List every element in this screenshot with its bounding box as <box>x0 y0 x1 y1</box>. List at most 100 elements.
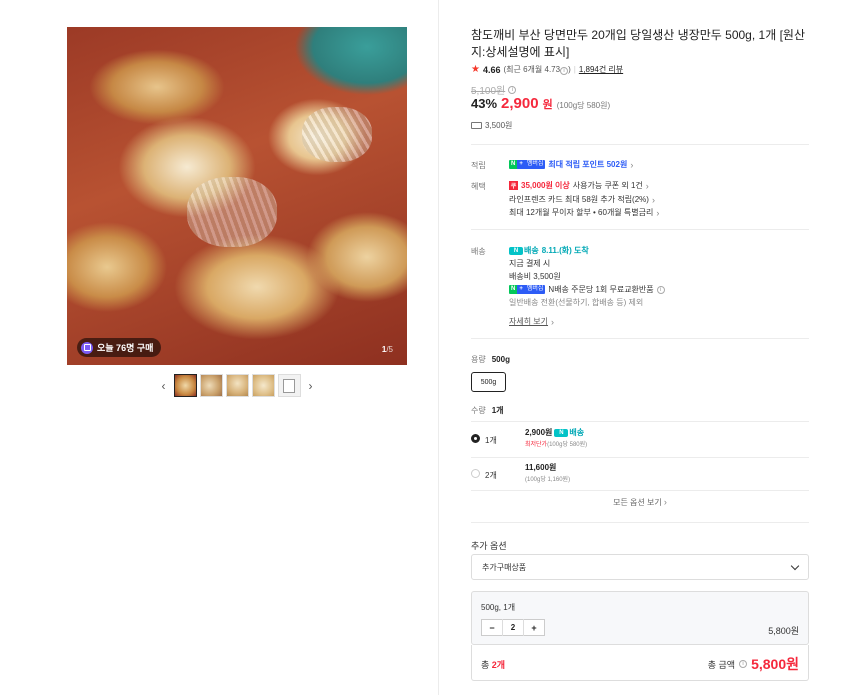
info-icon[interactable]: i <box>739 660 748 668</box>
quantity-option-price-2: 11,600원 <box>525 463 557 472</box>
quantity-option-sub-2: (100g당 1,160원) <box>525 477 571 483</box>
chevron-right-icon: › <box>656 207 660 218</box>
thumbnail-1[interactable] <box>173 374 197 397</box>
quantity-stepper: − 2 + <box>481 619 545 636</box>
divider <box>471 457 809 458</box>
npay-membership-badge: N + 멤버십 <box>509 160 546 169</box>
delivery-fee-text: 배송비 3,500원 <box>509 272 561 281</box>
radio-unselected-icon[interactable] <box>471 469 480 478</box>
rating-score: 4.66 <box>482 64 501 75</box>
delivery-exclusion-text: 일반배송 전환(선물하기, 합배송 등) 제외 <box>509 298 644 307</box>
delivery-detail-link[interactable]: 자세히 보기 › <box>509 316 554 327</box>
npay-plus: + <box>517 160 525 169</box>
chevron-right-icon: › <box>630 159 634 170</box>
all-options-text: 모든 옵션 보기 <box>613 498 662 507</box>
total-prefix: 총 <box>481 660 490 670</box>
discount-rate: 43% <box>471 96 498 111</box>
capacity-selected: 500g <box>491 355 510 364</box>
minus-button[interactable]: − <box>482 623 502 633</box>
divider <box>471 522 809 523</box>
info-icon[interactable]: i <box>560 67 569 75</box>
quantity-option-label: 수량 1개 <box>471 405 504 416</box>
quantity-option-label-2: 2개 <box>485 471 497 480</box>
column-divider <box>438 0 439 695</box>
rating-recent-text: (최근 6개월 4.73 <box>503 65 561 74</box>
star-icon: ★ <box>471 64 480 75</box>
main-product-image[interactable]: 오늘 76명 구매 1/5 <box>67 27 407 365</box>
quantity-selected: 1개 <box>491 406 504 415</box>
npay-plus: + <box>517 285 525 294</box>
coupon-icon: 쿠 <box>509 181 518 190</box>
npay-member: 멤버십 <box>524 160 546 169</box>
npay-n: N <box>509 285 518 294</box>
dumpling-filling-graphic <box>187 177 277 247</box>
coupon-row[interactable]: 쿠 35,000원 이상 사용가능 쿠폰 외 1건 › <box>509 180 649 191</box>
info-icon[interactable]: i <box>508 85 517 94</box>
selected-option-summary: 500g, 1개 − 2 + 5,800원 <box>471 591 809 645</box>
free-return-row: N + 멤버십 N배송 주문당 1회 무료교환반품 i <box>509 284 665 295</box>
sale-price: 2,900 <box>501 95 539 112</box>
info-icon[interactable]: i <box>656 285 665 294</box>
npay-n: N <box>509 160 518 169</box>
npay-member: 멤버십 <box>524 285 546 294</box>
card-benefit-row[interactable]: 라인프렌즈 카드 최대 58원 추가 적립(2%) › <box>509 194 655 205</box>
coupon-amount: 35,000원 이상 <box>521 181 570 190</box>
separator: | <box>573 65 576 74</box>
unit-price: (100g당 580원) <box>556 101 611 110</box>
installment-row[interactable]: 최대 12개월 무이자 할부 • 60개월 특별금리 › <box>509 207 659 218</box>
n-delivery-label: 배송 <box>524 246 539 255</box>
total-row: 총 2개 총 금액 i 5,800원 <box>471 645 809 681</box>
extra-option-label: 추가 옵션 <box>471 541 507 551</box>
quantity-option-2[interactable]: 2개 11,600원 (100g당 1,160원) <box>471 459 809 493</box>
plus-button[interactable]: + <box>524 623 544 633</box>
extra-option-value: 추가구매상품 <box>482 562 527 572</box>
shipping-fee-row: 3,500원 <box>471 120 512 131</box>
quantity-value[interactable]: 2 <box>502 619 524 636</box>
chevron-right-icon: › <box>551 316 555 327</box>
points-row[interactable]: N + 멤버십 최대 적립 포인트 502원 › <box>509 159 633 170</box>
dumpling-filling-graphic <box>302 107 372 162</box>
thumbnail-4[interactable] <box>251 374 275 397</box>
truck-icon <box>471 122 482 129</box>
chevron-right-icon: › <box>645 180 649 191</box>
points-label: 적립 <box>471 161 486 170</box>
shipping-fee: 3,500원 <box>485 121 513 130</box>
installment-text: 최대 12개월 무이자 할부 • 60개월 특별금리 <box>509 208 654 217</box>
shopping-bag-icon <box>81 341 93 354</box>
free-return-text: N배송 주문당 1회 무료교환반품 <box>548 285 654 294</box>
npay-membership-badge: N + 멤버십 <box>509 285 546 294</box>
total-amount-value: 5,800원 <box>751 656 799 672</box>
quantity-option-sub-1: 최저단가(100g당 580원) <box>525 439 587 448</box>
product-gallery: 오늘 76명 구매 1/5 ‹ › <box>67 27 407 397</box>
capacity-option-label: 용량 500g <box>471 354 510 365</box>
extra-option-select[interactable]: 추가구매상품 <box>471 554 809 580</box>
n-delivery-icon: N <box>509 246 523 255</box>
delivery-label: 배송 <box>471 247 486 256</box>
rating-recent: (최근 6개월 4.73 i) <box>504 64 571 75</box>
quantity-option-1[interactable]: 1개 2,900원 N 배송 최저단가(100g당 580원) <box>471 424 809 458</box>
n-delivery-label: 배송 <box>569 428 585 437</box>
divider <box>471 144 809 145</box>
all-options-link[interactable]: 모든 옵션 보기 › <box>471 497 809 508</box>
rating-recent-close: ) <box>568 65 571 74</box>
price-row: 43% 2,900 원 (100g당 580원) <box>471 95 610 112</box>
next-thumbnail-icon[interactable]: › <box>304 377 318 395</box>
selected-option-name: 500g, 1개 <box>481 603 516 612</box>
thumbnail-5[interactable] <box>277 374 301 397</box>
thumbnail-2[interactable] <box>199 374 223 397</box>
chevron-right-icon: › <box>651 194 655 205</box>
radio-selected-icon[interactable] <box>471 434 480 443</box>
thumbnail-3[interactable] <box>225 374 249 397</box>
capacity-chip-500g[interactable]: 500g <box>471 372 506 392</box>
chevron-right-icon: › <box>663 497 667 507</box>
review-count-link[interactable]: 1,894건 리뷰 <box>579 64 623 75</box>
prev-thumbnail-icon[interactable]: ‹ <box>157 377 171 395</box>
arrival-date: 8.11.(화) 도착 <box>541 246 589 255</box>
image-counter-total: /5 <box>386 345 393 354</box>
total-amount-label: 총 금액 <box>707 659 736 670</box>
total-count-value: 2개 <box>491 660 506 670</box>
n-delivery-icon: N <box>554 428 569 437</box>
card-benefit-text: 라인프렌즈 카드 최대 58원 추가 적립(2%) <box>509 195 649 204</box>
rating-row: ★ 4.66 (최근 6개월 4.73 i) | 1,894건 리뷰 <box>471 64 623 75</box>
n-delivery-badge: N 배송 <box>554 427 584 438</box>
